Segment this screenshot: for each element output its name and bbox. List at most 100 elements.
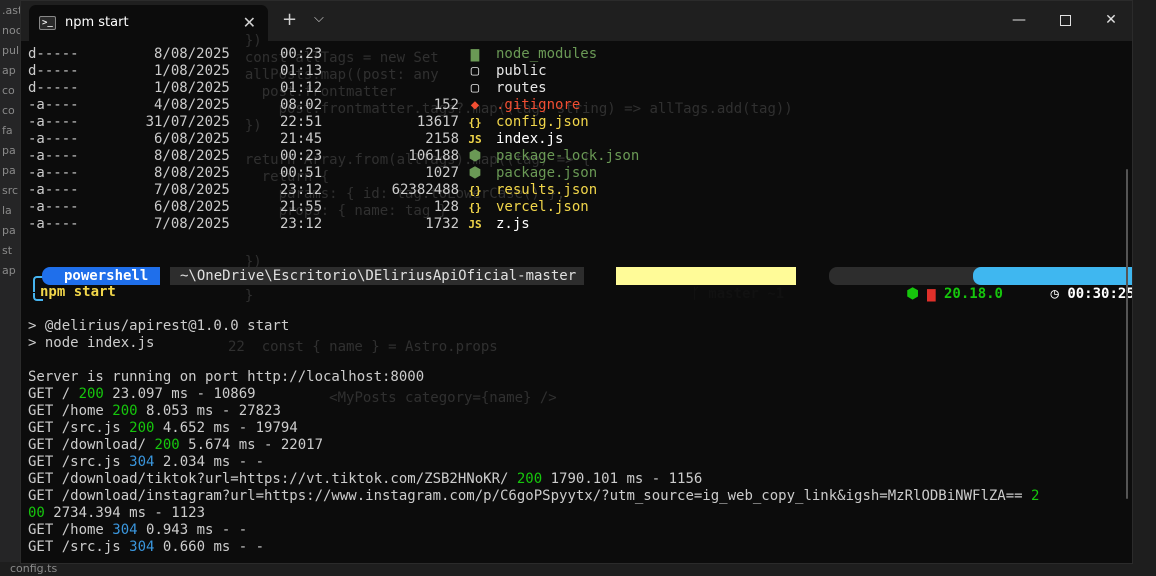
new-tab-button[interactable]: + — [282, 9, 297, 30]
background-sidebar-item: pa — [2, 164, 16, 177]
listing-time: 08:02 — [280, 97, 323, 113]
request-path: GET / — [28, 386, 79, 402]
close-window-button[interactable]: ✕ — [1091, 7, 1131, 35]
listing-mode: d----- — [28, 63, 79, 79]
listing-size: 152 — [433, 97, 459, 113]
background-sidebar-item: la — [2, 204, 12, 217]
listing-size-column — [328, 80, 459, 97]
output-line: GET /download/tiktok?url=https://vt.tikt… — [28, 471, 702, 488]
output-line: > node index.js — [28, 335, 155, 351]
prompt-path: ~\OneDrive\Escritorio\DEliriusApiOficial… — [170, 267, 585, 285]
git-branch-segment: ᚴ master ~1 — [616, 267, 797, 302]
scrollbar[interactable] — [1126, 169, 1128, 499]
background-sidebar-item: ap — [2, 264, 16, 277]
listing-mode: -a---- — [28, 148, 79, 164]
tab-npm-start[interactable]: >_ npm start ✕ — [29, 5, 268, 41]
output-line: GET /download/ 200 5.674 ms - 22017 — [28, 437, 323, 454]
response-stats: 0.660 ms - - — [154, 539, 265, 555]
background-sidebar-item: fa — [2, 124, 13, 137]
listing-time: 00:23 — [280, 148, 323, 164]
chevron-down-icon[interactable]: ⌵ — [314, 11, 324, 26]
listing-size-column — [328, 46, 459, 63]
status-code: 304 — [129, 539, 155, 555]
listing-time: 00:23 — [280, 46, 323, 62]
listing-size: 1732 — [425, 216, 459, 232]
listing-size-column: 106188 — [328, 148, 459, 165]
background-sidebar-item: co — [2, 84, 15, 97]
listing-name: routes — [496, 80, 547, 96]
listing-time: 23:12 — [280, 216, 323, 232]
listing-date: 4/08/2025 — [154, 97, 230, 113]
listing-date: 6/08/2025 — [154, 199, 230, 215]
listing-row: -a---- 7/08/2025 23:12 62382488 {} results.js… — [28, 182, 928, 199]
file-type-icon: JS — [468, 218, 482, 231]
response-stats: 8.053 ms - 27823 — [137, 403, 281, 419]
background-sidebar-item: src — [2, 184, 19, 197]
listing-mode: -a---- — [28, 131, 79, 147]
listing-size: 128 — [433, 199, 459, 215]
file-type-icon: ▢ — [470, 80, 480, 96]
listing-mode: -a---- — [28, 114, 79, 130]
status-code: 200 — [78, 386, 104, 402]
listing-size-column: 1027 — [328, 165, 459, 182]
request-path: GET /download/instagram?url=https://www.… — [28, 488, 1032, 504]
listing-mode: -a---- — [28, 182, 79, 198]
status-code: 200 — [154, 437, 180, 453]
listing-date: 8/08/2025 — [154, 148, 230, 164]
listing-date: 1/08/2025 — [154, 63, 230, 79]
file-type-icon: ▢ — [470, 63, 480, 79]
listing-time: 00:51 — [280, 165, 323, 181]
file-type-icon: JS — [468, 133, 482, 146]
response-stats: 4.652 ms - 19794 — [154, 420, 298, 436]
output-line: 00 2734.394 ms - 1123 — [28, 505, 205, 522]
file-type-icon: {} — [468, 201, 482, 214]
elapsed-time: 00:30:25 — [1067, 286, 1133, 302]
maximize-button[interactable] — [1045, 7, 1085, 35]
listing-date: 1/08/2025 — [154, 80, 230, 96]
background-sidebar-item: pa — [2, 224, 16, 237]
output-line: > @delirius/apirest@1.0.0 start — [28, 318, 290, 334]
status-code: 200 — [129, 420, 155, 436]
listing-time: 21:45 — [280, 131, 323, 147]
file-type-icon: ⬢ — [468, 165, 482, 181]
listing-mode: -a---- — [28, 199, 79, 215]
listing-row: d----- 1/08/2025 01:12 ▢ routes — [28, 80, 928, 97]
background-code-line: 22 const { name } = Astro.props — [228, 339, 498, 355]
terminal-content[interactable]: <MyPosts category={name} /> 22 const { na… — [28, 33, 1132, 558]
background-sidebar-item: noc — [2, 24, 22, 37]
listing-size-column: 2158 — [328, 131, 459, 148]
minimize-button[interactable]: — — [999, 7, 1039, 35]
file-type-icon: ▆ — [470, 46, 480, 62]
listing-size-column: 152 — [328, 97, 459, 114]
folder-icon: ▆ — [927, 286, 936, 302]
background-sidebar-item: st — [2, 244, 13, 257]
terminal-window: >_ npm start ✕ + ⌵ — ✕ <MyPosts category… — [20, 0, 1133, 564]
listing-size: 1027 — [425, 165, 459, 181]
background-editor-bottom: config.ts — [0, 562, 1156, 576]
listing-date: 7/08/2025 — [154, 216, 230, 232]
close-tab-icon[interactable]: ✕ — [243, 13, 256, 32]
request-path: GET /home — [28, 403, 113, 419]
background-sidebar-item: pul — [2, 44, 20, 57]
output-line: GET / 200 23.097 ms - 10869 — [28, 386, 256, 403]
listing-name: .gitignore — [496, 97, 581, 113]
listing-row: -a---- 6/08/2025 21:55 128 {} vercel.json — [28, 199, 928, 216]
file-type-icon: ◆ — [470, 97, 480, 113]
listing-size: 13617 — [416, 114, 459, 130]
listing-size-column — [328, 63, 459, 80]
listing-mode: -a---- — [28, 216, 79, 232]
listing-row: -a---- 8/08/2025 00:51 1027 ⬢ package.json — [28, 165, 928, 182]
output-line: GET /home 304 0.943 ms - - — [28, 522, 247, 539]
listing-time: 01:12 — [280, 80, 323, 96]
listing-name: z.js — [496, 216, 530, 232]
listing-name: config.json — [496, 114, 589, 130]
git-branch: master ~1 — [708, 286, 785, 302]
prompt-shell: powershell — [42, 267, 161, 285]
output-line: GET /src.js 200 4.652 ms - 19794 — [28, 420, 298, 437]
listing-name: vercel.json — [496, 199, 589, 215]
listing-name: public — [496, 63, 547, 79]
status-code: 200 — [112, 403, 138, 419]
request-path: GET /home — [28, 522, 113, 538]
listing-name: package.json — [496, 165, 598, 181]
request-path: GET /download/ — [28, 437, 155, 453]
